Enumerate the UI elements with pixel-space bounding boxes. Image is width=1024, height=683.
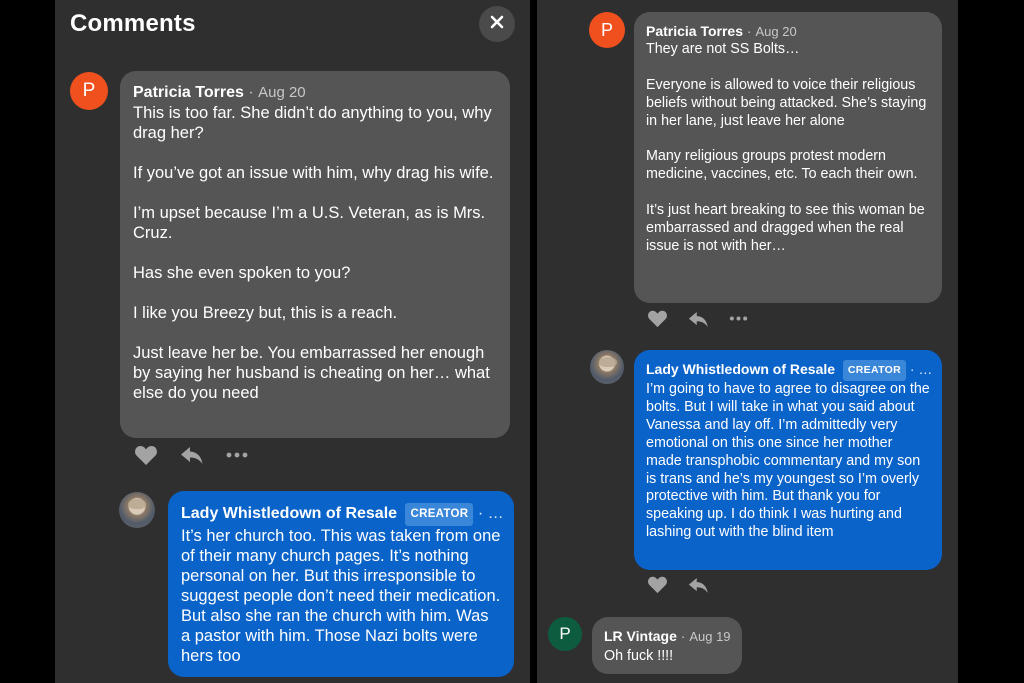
heart-icon[interactable]	[647, 309, 668, 328]
comment-date: Aug 20	[258, 84, 306, 101]
comment-header: Lady Whistledown of Resale CREATOR · …	[181, 503, 504, 526]
creator-comment-bubble: Lady Whistledown of Resale CREATOR · … I…	[634, 350, 942, 570]
reply-icon[interactable]	[180, 445, 204, 465]
comment-text: I’m going to have to agree to disagree o…	[646, 381, 930, 541]
comments-panel-left: Comments P Patricia Torres · Aug 20 This…	[55, 0, 530, 683]
heart-icon[interactable]	[647, 575, 668, 594]
avatar[interactable]: P	[589, 12, 625, 48]
comment-text: This is too far. She didn’t do anything …	[133, 104, 494, 402]
comment-bubble: Patricia Torres · Aug 20 This is too far…	[120, 71, 510, 438]
comment-text: They are not SS Bolts… Everyone is allow…	[646, 41, 927, 254]
separator: ·	[680, 628, 686, 644]
more-icon[interactable]	[729, 316, 748, 321]
reply-icon[interactable]	[688, 310, 709, 328]
avatar[interactable]	[119, 492, 155, 528]
comment-header: Patricia Torres · Aug 20	[133, 83, 497, 103]
separator: ·	[248, 84, 254, 101]
comment-header: Lady Whistledown of Resale CREATOR · …	[646, 360, 933, 381]
comment-actions	[134, 444, 248, 466]
comment-date: Aug 19	[689, 629, 731, 644]
comment-author[interactable]: Patricia Torres	[646, 23, 743, 39]
more-icon[interactable]	[226, 452, 248, 458]
close-icon	[490, 15, 504, 34]
comment-actions	[647, 309, 748, 328]
comment-date: Aug 20	[755, 24, 797, 39]
avatar[interactable]: P	[70, 72, 108, 110]
avatar[interactable]: P	[548, 617, 582, 651]
comment-actions	[647, 575, 709, 594]
comment-text: It’s her church too. This was taken from…	[181, 527, 501, 665]
comment-author[interactable]: Patricia Torres	[133, 84, 244, 101]
creator-badge: CREATOR	[842, 360, 906, 381]
creator-comment-bubble: Lady Whistledown of Resale CREATOR · … I…	[168, 491, 514, 677]
separator: ·	[746, 23, 752, 39]
comment-author[interactable]: Lady Whistledown of Resale	[181, 505, 397, 522]
comment-bubble: LR Vintage · Aug 19 Oh fuck !!!!	[592, 617, 742, 674]
reply-icon[interactable]	[688, 576, 709, 594]
comment-header: LR Vintage · Aug 19	[604, 627, 731, 646]
heart-icon[interactable]	[134, 444, 158, 466]
comment-text: Oh fuck !!!!	[604, 648, 674, 664]
avatar[interactable]	[590, 350, 624, 384]
comment-header: Patricia Torres · Aug 20	[646, 22, 930, 41]
comment-author[interactable]: Lady Whistledown of Resale	[646, 361, 835, 377]
close-button[interactable]	[479, 6, 515, 42]
comments-panel-right: P Patricia Torres · Aug 20 They are not …	[537, 0, 958, 683]
comment-bubble: Patricia Torres · Aug 20 They are not SS…	[634, 12, 942, 303]
more-indicator[interactable]: · …	[910, 361, 933, 377]
comments-title: Comments	[70, 10, 196, 37]
more-indicator[interactable]: · …	[478, 505, 504, 522]
comment-author[interactable]: LR Vintage	[604, 628, 677, 644]
creator-badge: CREATOR	[405, 503, 474, 526]
